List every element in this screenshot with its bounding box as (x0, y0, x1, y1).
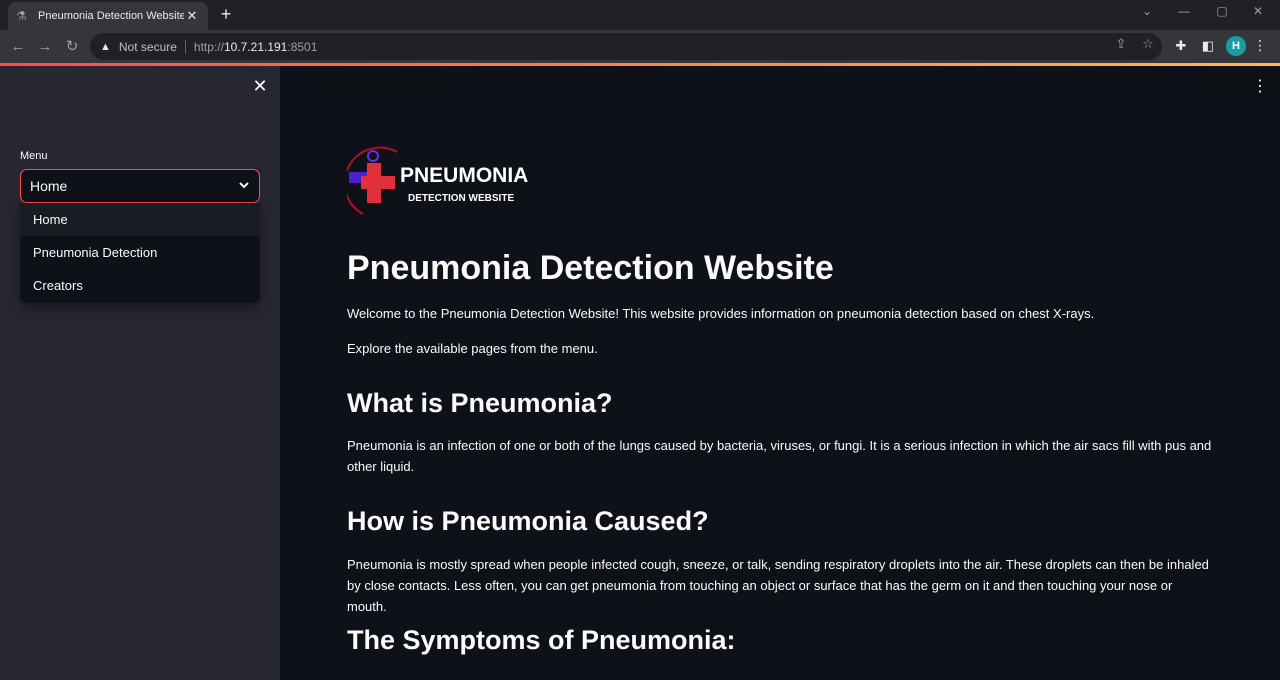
profile-avatar[interactable]: H (1226, 36, 1246, 56)
menu-option-pneumonia-detection[interactable]: Pneumonia Detection (20, 236, 260, 269)
menu-label: Menu (20, 150, 48, 162)
sidebar-close-icon[interactable]: ✕ (250, 76, 270, 96)
page-title: Pneumonia Detection Website (347, 249, 834, 287)
menu-select[interactable]: Home (20, 169, 260, 203)
how-heading: How is Pneumonia Caused? (347, 506, 709, 536)
url-host: 10.7.21.191 (223, 39, 288, 54)
browser-tabbar: ⚗ Pneumonia Detection Website ✕ + ⌄ — ▢ … (0, 0, 1280, 30)
what-heading: What is Pneumonia? (347, 388, 613, 418)
url-port: :8501 (287, 39, 318, 54)
menu-option-creators[interactable]: Creators (20, 269, 260, 302)
url-scheme: http:// (193, 39, 224, 54)
logo-subtitle: DETECTION WEBSITE (408, 193, 514, 204)
address-bar[interactable]: ▲ Not secure http://10.7.21.191:8501 (90, 33, 1162, 60)
menu-option-home[interactable]: Home (20, 203, 260, 236)
browser-tab[interactable]: ⚗ Pneumonia Detection Website ✕ (8, 2, 208, 30)
welcome-text: Welcome to the Pneumonia Detection Websi… (347, 306, 1095, 321)
main-content: ⋮ PNEUMONIA DETECTION WEBSITE Pneumonia … (280, 66, 1280, 680)
tab-search-icon[interactable]: ⌄ (1137, 4, 1157, 18)
sidebar: ✕ Menu Home Home Pneumonia Detection Cre… (0, 66, 280, 680)
browser-menu-icon[interactable]: ⋮ (1252, 37, 1268, 54)
reload-icon[interactable]: ↻ (62, 37, 82, 57)
new-tab-button[interactable]: + (216, 4, 236, 24)
microscope-icon: ⚗ (16, 9, 27, 23)
forward-icon[interactable]: → (35, 37, 55, 57)
side-panel-icon[interactable]: ◧ (1200, 38, 1216, 54)
symptoms-heading: The Symptoms of Pneumonia: (347, 625, 736, 655)
logo-title: PNEUMONIA (400, 164, 528, 187)
menu-dropdown: Home Pneumonia Detection Creators (20, 203, 260, 303)
app-menu-icon[interactable]: ⋮ (1252, 76, 1268, 96)
omnibox-divider (184, 39, 186, 54)
chevron-down-icon (238, 179, 250, 194)
minimize-icon[interactable]: — (1174, 4, 1194, 18)
what-text: Pneumonia is an infection of one or both… (347, 438, 1212, 474)
pneumonia-logo: PNEUMONIA DETECTION WEBSITE (347, 146, 528, 215)
security-label: Not secure (118, 39, 177, 54)
window-close-icon[interactable]: ✕ (1248, 4, 1268, 18)
tab-title: Pneumonia Detection Website (38, 10, 184, 22)
back-icon[interactable]: ← (8, 37, 28, 57)
extensions-icon[interactable]: ✚ (1173, 38, 1189, 54)
share-icon[interactable]: ⇪ (1113, 36, 1129, 52)
menu-select-value: Home (30, 178, 68, 194)
tab-close-icon[interactable]: ✕ (184, 8, 200, 24)
bookmark-star-icon[interactable]: ☆ (1140, 36, 1156, 52)
warning-icon: ▲ (100, 40, 111, 53)
explore-text: Explore the available pages from the men… (347, 341, 598, 356)
browser-toolbar: ← → ↻ ▲ Not secure http://10.7.21.191:85… (0, 30, 1280, 63)
maximize-icon[interactable]: ▢ (1212, 4, 1232, 18)
how-text: Pneumonia is mostly spread when people i… (347, 557, 1209, 614)
